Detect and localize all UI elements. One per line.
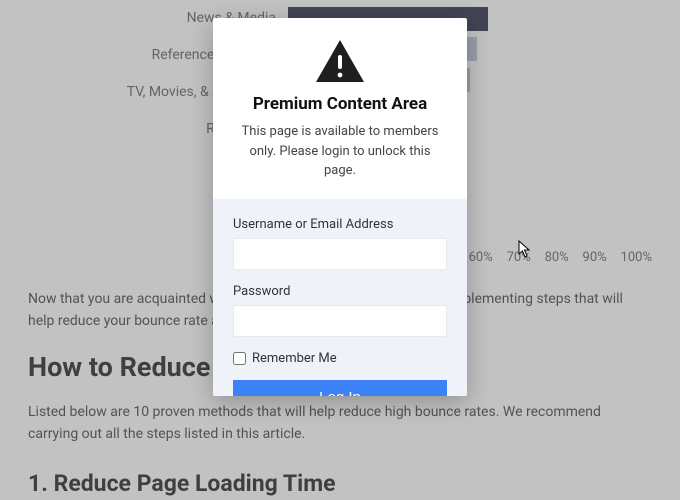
modal-title: Premium Content Area [237, 94, 443, 114]
password-label: Password [233, 284, 447, 299]
modal-overlay[interactable]: Premium Content Area This page is availa… [0, 0, 680, 500]
login-modal: Premium Content Area This page is availa… [213, 18, 467, 396]
modal-header: Premium Content Area This page is availa… [213, 18, 467, 199]
cursor-icon [518, 240, 532, 258]
modal-description: This page is available to members only. … [237, 122, 443, 181]
password-input[interactable] [233, 305, 447, 337]
remember-checkbox[interactable] [233, 352, 246, 365]
warning-icon [314, 38, 366, 84]
login-button[interactable]: Log In [233, 380, 447, 397]
login-form: Username or Email Address Password Remem… [213, 199, 467, 397]
username-label: Username or Email Address [233, 217, 447, 232]
username-input[interactable] [233, 238, 447, 270]
remember-label: Remember Me [252, 351, 337, 366]
remember-me[interactable]: Remember Me [233, 351, 447, 366]
